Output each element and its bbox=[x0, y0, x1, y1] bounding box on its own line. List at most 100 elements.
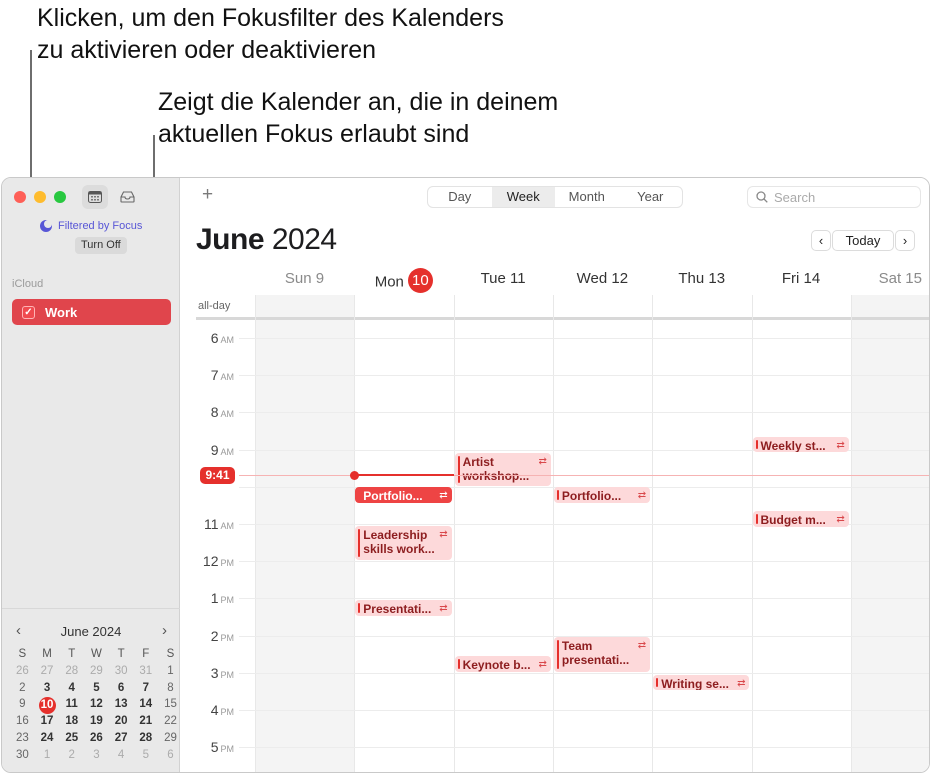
day-header[interactable]: Fri 14 bbox=[752, 270, 851, 287]
mini-next-month-button[interactable]: › bbox=[162, 622, 167, 639]
mini-day[interactable]: 30 bbox=[109, 664, 134, 680]
day-header[interactable]: Sun 9 bbox=[255, 270, 354, 287]
mini-day[interactable]: 24 bbox=[35, 731, 60, 747]
day-name: Sun bbox=[284, 270, 312, 287]
today-button[interactable]: Today bbox=[832, 230, 894, 251]
hour-number: 6 bbox=[210, 330, 219, 346]
tab-week[interactable]: Week bbox=[491, 187, 555, 207]
today-badge: 10 bbox=[407, 268, 433, 293]
mini-day[interactable]: 10 bbox=[35, 697, 60, 715]
mini-day[interactable]: 29 bbox=[84, 664, 109, 680]
hour-period: PM bbox=[220, 632, 235, 643]
day-header[interactable]: Wed 12 bbox=[553, 270, 652, 287]
mini-day[interactable]: 7 bbox=[133, 681, 158, 697]
calendar-event[interactable]: Budget m... ⇄ bbox=[752, 510, 849, 527]
sidebar-item-work[interactable]: ✓ Work bbox=[12, 299, 171, 325]
mini-day[interactable]: 18 bbox=[59, 714, 84, 730]
tab-month[interactable]: Month bbox=[555, 187, 619, 207]
hour-period: PM bbox=[220, 595, 235, 606]
mini-day[interactable]: 25 bbox=[59, 731, 84, 747]
repeat-icon: ⇄ bbox=[836, 439, 845, 451]
repeat-icon: ⇄ bbox=[737, 677, 746, 689]
column-divider bbox=[552, 295, 554, 772]
mini-day[interactable]: 27 bbox=[109, 731, 134, 747]
day-name: Mon bbox=[374, 273, 404, 291]
hour-number: 12 bbox=[202, 553, 219, 570]
mini-day[interactable]: 5 bbox=[84, 681, 109, 697]
calendar-event[interactable]: Leadership skills work... ⇄ bbox=[355, 525, 452, 561]
mini-day[interactable]: 13 bbox=[109, 697, 134, 713]
turn-off-focus-filter-button[interactable]: Turn Off bbox=[75, 237, 127, 254]
day-number: 12 bbox=[611, 270, 629, 287]
zoom-button[interactable] bbox=[54, 191, 66, 203]
mini-day[interactable]: 4 bbox=[109, 748, 134, 764]
day-name: Thu bbox=[678, 270, 705, 287]
tab-year[interactable]: Year bbox=[619, 187, 683, 207]
tab-day[interactable]: Day bbox=[428, 187, 492, 207]
calendar-event[interactable]: Portfolio... ⇄ bbox=[355, 486, 452, 503]
day-header[interactable]: Sat 15 bbox=[851, 270, 929, 287]
mini-day[interactable]: 3 bbox=[84, 748, 109, 764]
mini-day[interactable]: 28 bbox=[59, 664, 84, 680]
calendar-event[interactable]: Writing se... ⇄ bbox=[653, 674, 750, 691]
mini-calendar-title: June 2024 bbox=[60, 624, 122, 639]
prev-week-button[interactable]: ‹ bbox=[811, 230, 831, 251]
calendar-event[interactable]: Artist workshop... ⇄ bbox=[454, 453, 551, 486]
mini-day[interactable]: 31 bbox=[133, 664, 158, 680]
mini-day[interactable]: 2 bbox=[59, 748, 84, 764]
search-placeholder: Search bbox=[774, 189, 816, 205]
checkbox-icon[interactable]: ✓ bbox=[22, 305, 35, 319]
mini-day[interactable]: 23 bbox=[10, 731, 35, 747]
mini-day[interactable]: 3 bbox=[35, 681, 60, 697]
mini-day[interactable]: 4 bbox=[59, 681, 84, 697]
hour-number: 5 bbox=[210, 739, 219, 756]
mini-day[interactable]: 21 bbox=[133, 714, 158, 730]
inbox-button[interactable] bbox=[114, 185, 140, 209]
event-title: Writing se... bbox=[661, 676, 729, 691]
event-title: Team presentati... bbox=[561, 639, 630, 668]
minimize-button[interactable] bbox=[34, 191, 46, 203]
calendar-event[interactable]: Presentati... ⇄ bbox=[355, 600, 452, 616]
day-header[interactable]: Tue 11 bbox=[454, 270, 553, 287]
calendar-list-button[interactable] bbox=[82, 185, 108, 209]
hour-label: 6 AM bbox=[196, 330, 234, 346]
all-day-separator bbox=[196, 317, 929, 320]
mini-day[interactable]: 28 bbox=[133, 731, 158, 747]
mini-day[interactable]: 2 bbox=[10, 681, 35, 697]
mini-day[interactable]: 16 bbox=[10, 714, 35, 730]
mini-day[interactable]: 20 bbox=[109, 714, 134, 730]
day-header[interactable]: Thu 13 bbox=[652, 270, 751, 287]
mini-day[interactable]: 11 bbox=[59, 697, 84, 713]
repeat-icon: ⇄ bbox=[637, 489, 647, 501]
event-title: Portfolio... bbox=[363, 488, 423, 503]
hour-number: 11 bbox=[203, 516, 219, 532]
day-name: Tue bbox=[480, 270, 506, 287]
day-header[interactable]: Mon 10 bbox=[354, 268, 453, 295]
hour-period: AM bbox=[220, 335, 235, 345]
mini-day[interactable]: 26 bbox=[84, 731, 109, 747]
calendar-event[interactable]: Weekly st... ⇄ bbox=[752, 436, 849, 453]
mini-day[interactable]: 5 bbox=[133, 748, 158, 764]
calendar-event[interactable]: Portfolio... ⇄ bbox=[553, 486, 651, 503]
next-week-button[interactable]: › bbox=[895, 230, 915, 251]
mini-day[interactable]: 14 bbox=[133, 697, 158, 713]
add-event-button[interactable]: + bbox=[202, 184, 213, 206]
day-number: 11 bbox=[510, 270, 526, 287]
current-time-line-today bbox=[354, 474, 454, 477]
calendar-event[interactable]: Team presentati... ⇄ bbox=[553, 637, 651, 672]
mini-day[interactable]: 12 bbox=[84, 697, 109, 713]
hour-period: PM bbox=[220, 558, 235, 569]
mini-day[interactable]: 9 bbox=[10, 697, 35, 713]
hour-number: 8 bbox=[210, 404, 219, 421]
mini-day[interactable]: 27 bbox=[35, 664, 60, 680]
mini-day[interactable]: 1 bbox=[35, 748, 60, 764]
search-input[interactable]: Search bbox=[747, 186, 921, 208]
calendar-event[interactable]: Keynote b... ⇄ bbox=[454, 656, 551, 672]
close-button[interactable] bbox=[14, 191, 26, 203]
mini-day[interactable]: 30 bbox=[10, 748, 35, 764]
mini-day[interactable]: 17 bbox=[35, 714, 60, 730]
weekend-column bbox=[255, 295, 355, 772]
mini-day[interactable]: 6 bbox=[109, 681, 134, 697]
mini-day[interactable]: 19 bbox=[84, 714, 109, 730]
mini-day[interactable]: 26 bbox=[10, 664, 35, 680]
